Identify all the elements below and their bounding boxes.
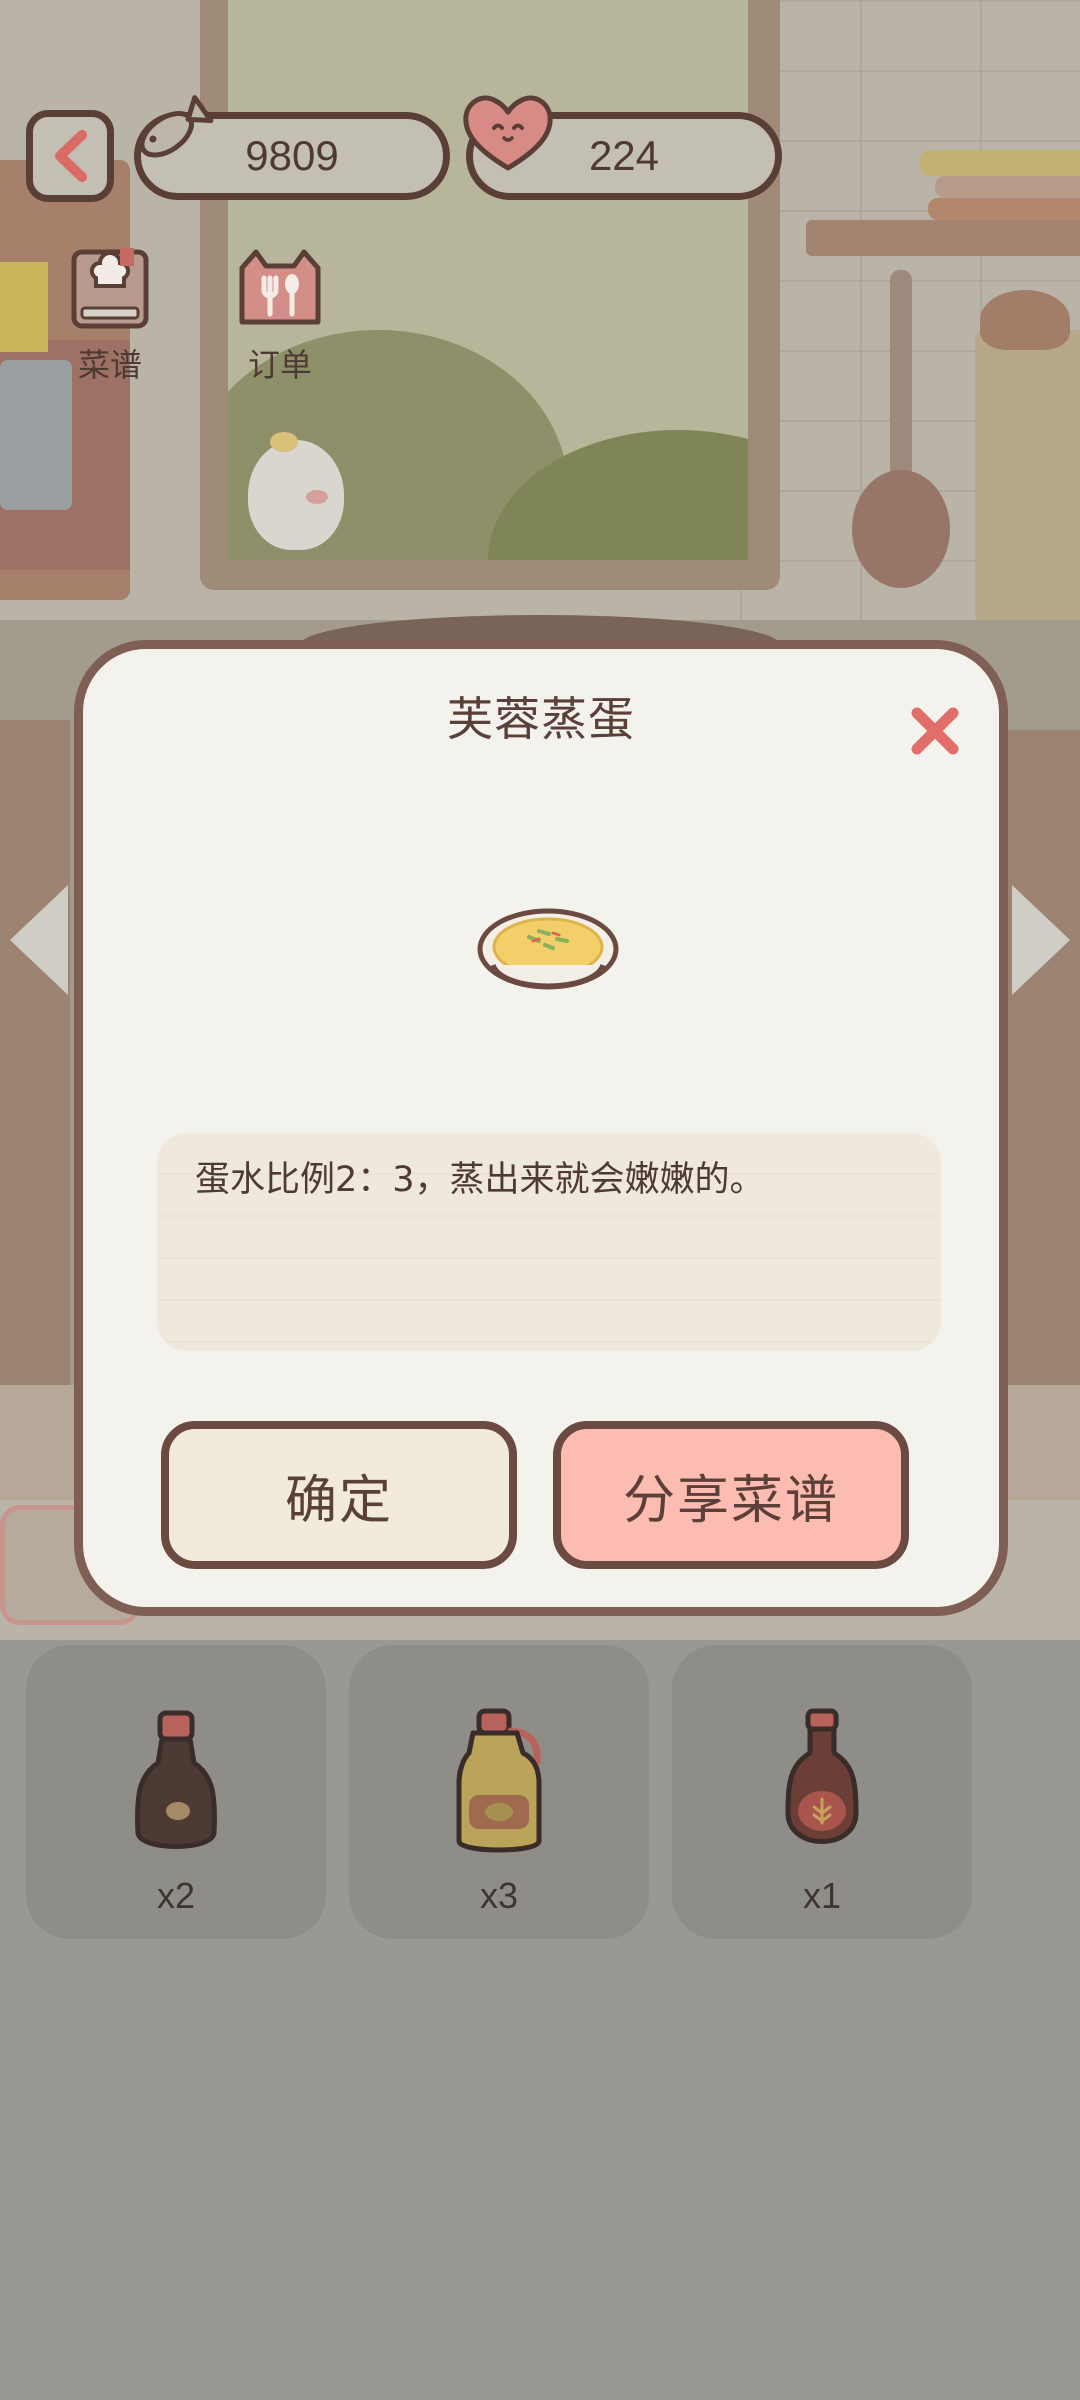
back-button[interactable] <box>26 110 114 202</box>
recipe-description-box: 蛋水比例2：3，蒸出来就会嫩嫩的。 <box>157 1133 941 1351</box>
next-arrow-icon[interactable] <box>1012 885 1070 995</box>
inventory-count: x1 <box>802 1875 842 1916</box>
ladle-icon <box>852 470 950 588</box>
cabinet <box>1000 730 1080 1490</box>
recipe-book-button[interactable]: 菜谱 <box>50 246 170 386</box>
previous-arrow-icon[interactable] <box>10 885 68 995</box>
bird-character <box>248 432 344 550</box>
steamed-egg-bowl-icon <box>477 908 619 990</box>
share-recipe-label: 分享菜谱 <box>622 1470 839 1531</box>
fish-coin-value: 9809 <box>245 132 339 179</box>
close-icon[interactable] <box>905 701 965 761</box>
dialog-title: 芙蓉蒸蛋 <box>447 692 635 746</box>
confirm-label: 确定 <box>284 1470 393 1531</box>
recipe-book-icon <box>71 248 149 329</box>
recipe-book-label: 菜谱 <box>77 346 142 384</box>
top-hud: 9809 224 菜谱 订单 <box>0 0 1080 384</box>
confirm-button[interactable]: 确定 <box>161 1421 517 1569</box>
orders-label: 订单 <box>247 346 312 384</box>
fish-icon <box>139 95 214 158</box>
inventory-slot[interactable]: x1 <box>672 1645 972 1939</box>
recipe-description: 蛋水比例2：3，蒸出来就会嫩嫩的。 <box>195 1160 765 1200</box>
heart-cat-icon <box>463 95 553 171</box>
chevron-left-icon <box>55 130 87 182</box>
recipe-dialog: 芙蓉蒸蛋 蛋水比例2：3，蒸出来就会嫩嫩的。 确定 分享菜谱 <box>74 640 1008 1616</box>
inventory-slot[interactable]: x2 <box>26 1645 326 1939</box>
cabinet <box>0 720 70 1500</box>
inventory-slot[interactable]: x3 <box>349 1645 649 1939</box>
vinegar-bottle-icon <box>785 1708 859 1844</box>
cooking-oil-jug-icon <box>456 1708 542 1853</box>
inventory-count: x3 <box>479 1875 519 1916</box>
inventory-count: x2 <box>156 1875 196 1916</box>
cat-fork-spoon-icon <box>239 249 321 325</box>
heart-value: 224 <box>588 132 660 179</box>
ingredient-inventory: x2 x3 x1 <box>26 1645 1026 1945</box>
orders-button[interactable]: 订单 <box>220 246 340 386</box>
soy-sauce-bottle-icon <box>135 1710 217 1849</box>
share-recipe-button[interactable]: 分享菜谱 <box>553 1421 909 1569</box>
